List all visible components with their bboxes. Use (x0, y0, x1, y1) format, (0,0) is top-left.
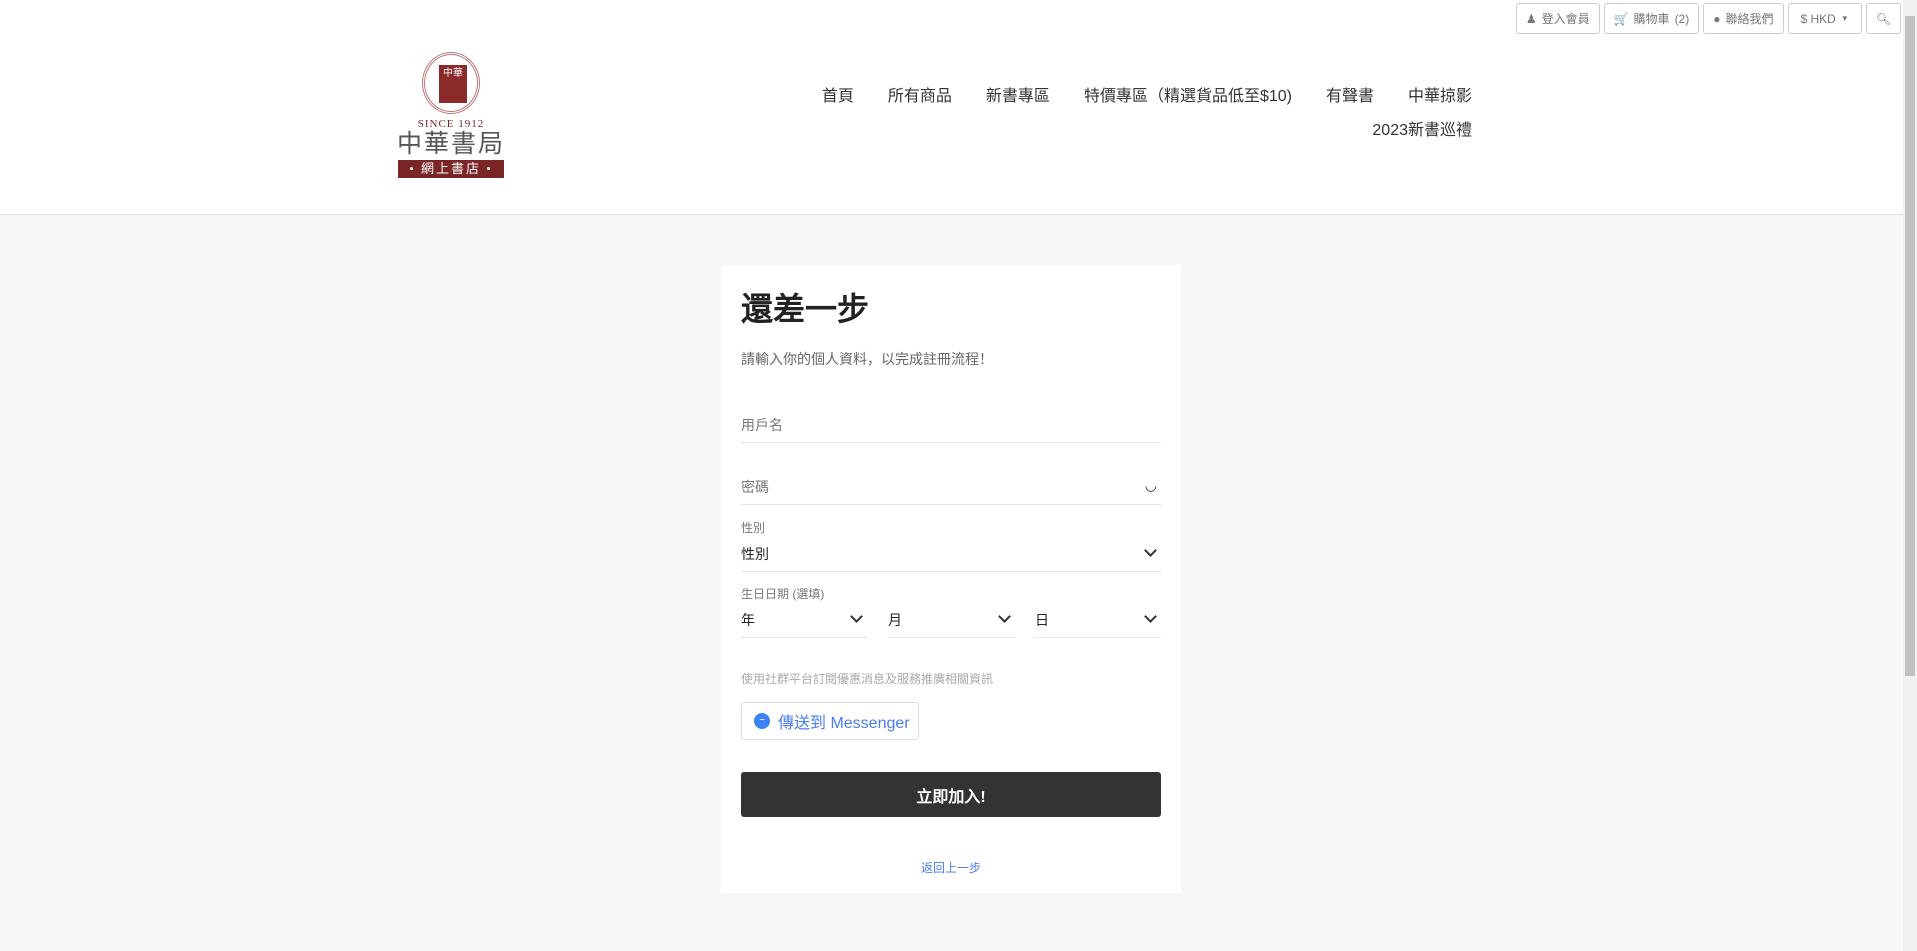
year-select[interactable]: 年 (741, 610, 867, 638)
login-button[interactable]: ♟ 登入會員 (1515, 3, 1600, 34)
contact-label: 聯絡我們 (1725, 12, 1774, 26)
password-input[interactable]: 密碼 ◡ (741, 477, 1161, 505)
page-title: 還差一步 (741, 291, 870, 327)
user-icon: ♟ (1525, 11, 1537, 26)
back-link[interactable]: 返回上一步 (721, 859, 1181, 876)
logo-seal: 中華 (422, 52, 480, 114)
nav-all-products[interactable]: 所有商品 (888, 86, 952, 108)
signup-card: 還差一步 請輸入你的個人資料，以完成註冊流程！ 用戶名 密碼 ◡ 性別 性別 生日… (721, 265, 1181, 893)
top-bar: ♟ 登入會員 🛒 購物車 (2) ● 聯絡我們 $ HKD ▼ 🔍︎ (1515, 3, 1901, 34)
messenger-label: 傳送到 Messenger (778, 715, 910, 732)
gender-label: 性別 (741, 521, 766, 535)
contact-button[interactable]: ● 聯絡我們 (1703, 3, 1784, 34)
subtitle: 請輸入你的個人資料，以完成註冊流程！ (741, 351, 993, 367)
cart-icon: 🛒 (1613, 11, 1629, 26)
nav-audiobooks[interactable]: 有聲書 (1326, 86, 1374, 108)
caret-down-icon: ▼ (1840, 14, 1849, 23)
chat-icon: ● (1713, 11, 1721, 26)
username-placeholder: 用戶名 (741, 417, 783, 433)
search-button[interactable]: 🔍︎ (1865, 3, 1901, 34)
scrollbar-thumb[interactable] (1905, 16, 1915, 676)
nav-2023-new-books[interactable]: 2023新書巡禮 (1372, 120, 1472, 142)
nav-specials[interactable]: 特價專區（精選貨品低至$10) (1084, 86, 1292, 108)
birthday-label: 生日日期 (選填) (741, 587, 825, 601)
username-input[interactable]: 用戶名 (741, 415, 1161, 443)
logo[interactable]: 中華 SINCE 1912 中華書局 • 網上書店 • (395, 52, 507, 182)
cart-button[interactable]: 🛒 購物車 (2) (1603, 3, 1700, 34)
password-placeholder: 密碼 (741, 479, 769, 495)
search-icon: 🔍︎ (1875, 11, 1891, 26)
chevron-down-icon (850, 610, 863, 623)
nav-home[interactable]: 首頁 (822, 86, 854, 108)
login-label: 登入會員 (1541, 12, 1590, 26)
logo-book: 中華 (439, 65, 467, 103)
gender-select[interactable]: 性別 (741, 544, 1161, 572)
join-now-button[interactable]: 立即加入! (741, 772, 1161, 817)
nav-new-books[interactable]: 新書專區 (986, 86, 1050, 108)
social-subscribe-text: 使用社群平台訂閱優惠消息及服務推廣相關資訊 (741, 672, 994, 686)
month-select[interactable]: 月 (888, 610, 1015, 638)
chevron-down-icon (1144, 610, 1157, 623)
gender-value: 性別 (741, 546, 769, 562)
month-value: 月 (888, 612, 902, 628)
main-nav: 首頁 所有商品 新書專區 特價專區（精選貨品低至$10) 有聲書 中華掠影 20… (772, 86, 1472, 142)
chevron-down-icon (998, 610, 1011, 623)
nav-gallery[interactable]: 中華掠影 (1408, 86, 1472, 108)
logo-since: SINCE 1912 (417, 118, 485, 130)
day-value: 日 (1035, 612, 1049, 628)
eye-closed-icon[interactable]: ◡ (1145, 477, 1157, 504)
messenger-button[interactable]: ~ 傳送到 Messenger (741, 702, 919, 740)
year-value: 年 (741, 612, 755, 628)
scrollbar[interactable] (1903, 0, 1917, 951)
chevron-down-icon (1144, 544, 1157, 557)
logo-subtitle: • 網上書店 • (398, 160, 504, 178)
messenger-icon: ~ (754, 713, 770, 729)
cart-label: 購物車 (1633, 12, 1670, 26)
currency-dropdown[interactable]: $ HKD ▼ (1787, 3, 1862, 34)
cart-count: (2) (1674, 11, 1690, 26)
logo-name: 中華書局 (396, 131, 505, 158)
currency-label: $ HKD (1800, 11, 1836, 26)
day-select[interactable]: 日 (1035, 610, 1161, 638)
header: ♟ 登入會員 🛒 購物車 (2) ● 聯絡我們 $ HKD ▼ 🔍︎ 中華 SINCE 1… (0, 0, 1903, 215)
